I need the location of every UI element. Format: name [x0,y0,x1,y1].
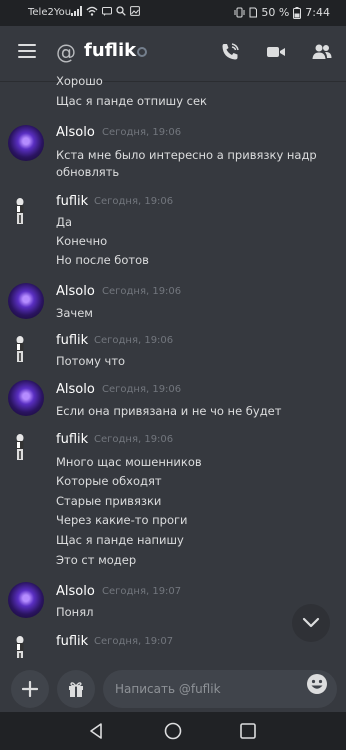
message-author[interactable]: Alsolo [56,584,95,599]
avatar[interactable] [8,125,44,161]
message-text: Это ст модер [56,553,137,567]
message-text: Через какие-то проги [56,513,188,527]
attach-button[interactable] [11,670,49,708]
message-input[interactable]: Написать @fuflik [103,670,337,708]
message-author[interactable]: Alsolo [56,125,95,140]
back-icon[interactable] [87,721,107,741]
avatar[interactable] [8,283,44,319]
recents-icon[interactable] [238,721,258,741]
at-icon: @ [56,40,76,64]
plus-icon [22,681,38,697]
avatar-image [16,198,24,224]
offline-status-icon [137,47,147,57]
avatar[interactable] [8,380,44,416]
message-text: обновлять [56,165,120,179]
message-list[interactable]: Хорошо Щас я панде отпишу сек Alsolo Сег… [0,70,346,658]
message-timestamp: Сегодня, 19:07 [94,636,174,647]
message-author[interactable]: fuflik [56,194,88,209]
message-text: Зачем [56,306,93,320]
message-text: Понял [56,605,94,619]
message-text: Потому что [56,354,126,368]
chevron-down-icon [302,617,320,628]
message-composer: Написать @fuflik [0,662,346,710]
avatar-image [16,336,24,362]
message-author[interactable]: Alsolo [56,382,95,397]
carrier-label: Tele2You [28,7,72,18]
gift-button[interactable] [57,670,95,708]
message-timestamp: Сегодня, 19:06 [102,384,182,395]
status-bar: Tele2You 50 % 7:44 [0,0,346,26]
video-icon[interactable] [265,41,287,63]
vibrate-icon [234,7,245,18]
signal-icon [71,6,82,16]
gift-icon [69,682,83,697]
message-text: Но после ботов [56,253,149,267]
status-icons-left [71,6,140,16]
wifi-icon [86,6,98,16]
gallery-icon [130,6,140,16]
home-icon[interactable] [163,721,183,741]
message-text: Да [56,215,73,229]
message-author[interactable]: fuflik [56,333,88,348]
call-icon[interactable] [219,41,241,63]
scroll-to-bottom-button[interactable] [292,604,330,642]
message-text: Если она привязана и не чо не будет [56,404,282,418]
search-icon [116,6,126,16]
avatar-image [16,636,24,658]
message-text: Которые обходят [56,474,162,488]
clock-label: 7:44 [305,6,330,19]
message-timestamp: Сегодня, 19:07 [102,586,182,597]
message-timestamp: Сегодня, 19:06 [102,127,182,138]
menu-icon[interactable] [18,44,36,58]
message-timestamp: Сегодня, 19:06 [102,286,182,297]
message-text: Конечно [56,234,108,248]
avatar-image [16,434,24,460]
message-timestamp: Сегодня, 19:06 [94,335,174,346]
message-author[interactable]: fuflik [56,634,88,649]
sim-icon [249,7,258,18]
message-text: Хорошо [56,74,103,88]
avatar[interactable] [8,194,44,230]
avatar[interactable] [8,332,44,368]
message-icon [102,6,112,16]
avatar[interactable] [8,632,44,658]
message-author[interactable]: Alsolo [56,284,95,299]
status-icons-right: 50 % 7:44 [234,6,330,19]
message-author[interactable]: fuflik [56,432,88,447]
message-text: Много щас мошенников [56,455,202,469]
message-text: Старые привязки [56,494,162,508]
battery-icon [293,6,302,19]
system-nav-bar [0,712,346,750]
message-timestamp: Сегодня, 19:06 [94,196,174,207]
emoji-icon[interactable] [306,673,328,695]
avatar[interactable] [8,430,44,466]
avatar[interactable] [8,582,44,618]
members-icon[interactable] [311,41,333,63]
message-text: Щас я панде напишу [56,533,184,547]
battery-label: 50 % [261,6,290,19]
page-title: fuflik [84,40,137,61]
message-text: Щас я панде отпишу сек [56,94,207,108]
message-timestamp: Сегодня, 19:06 [94,434,174,445]
message-text: Кста мне было интересно а привязку надр [56,148,317,162]
